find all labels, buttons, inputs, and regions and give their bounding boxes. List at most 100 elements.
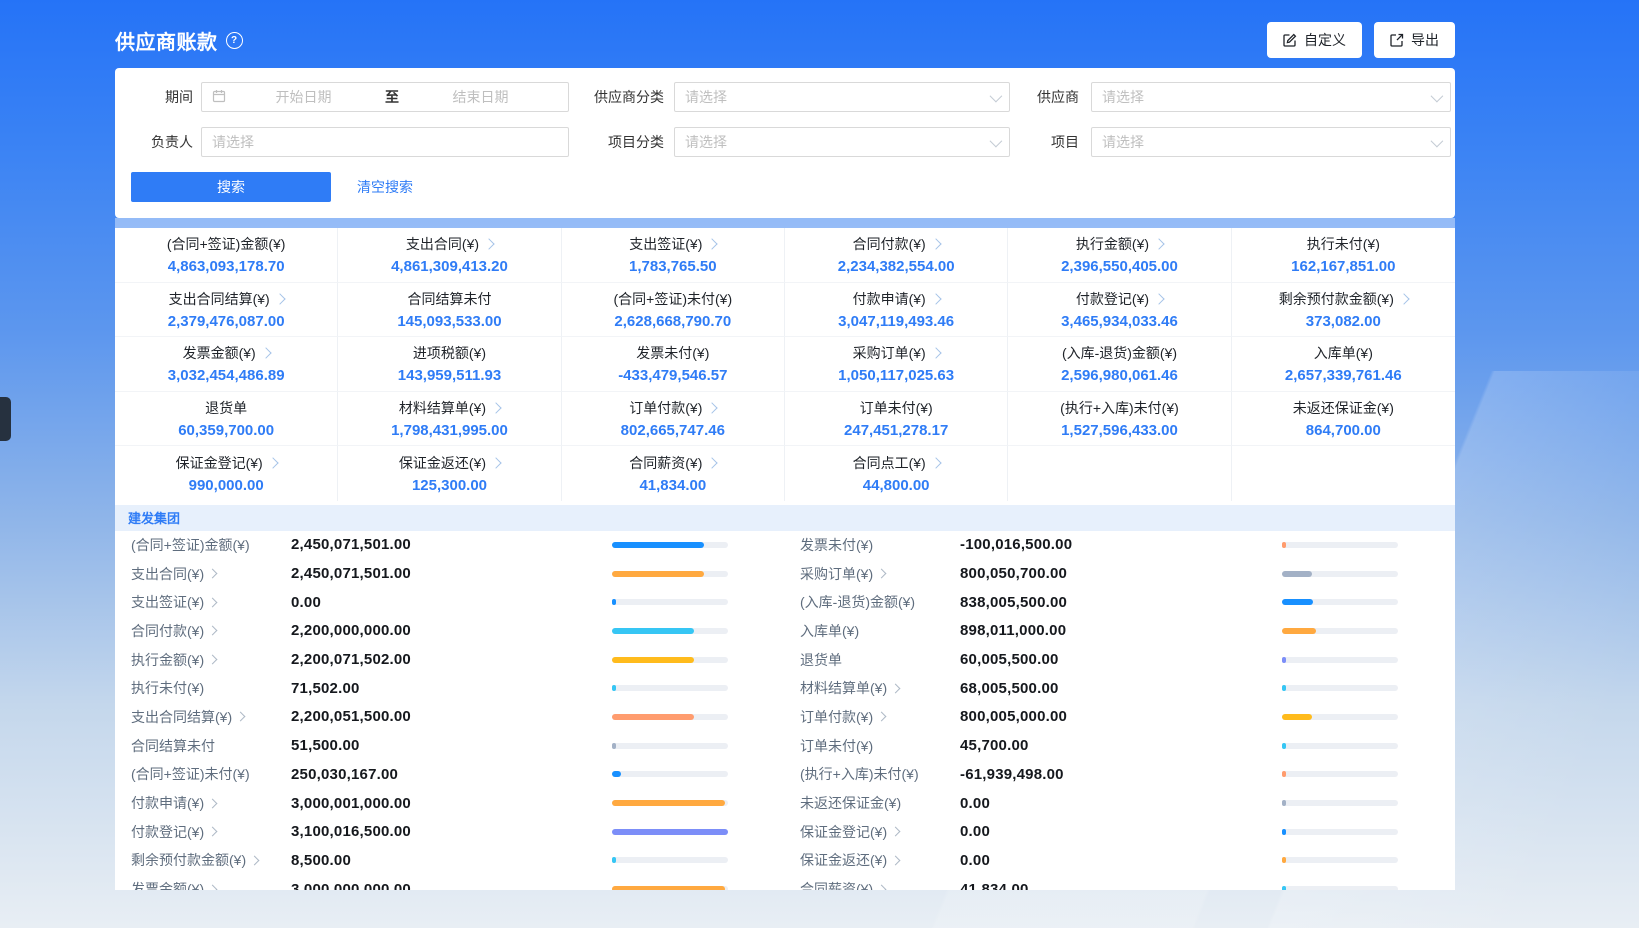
summary-metric-cell[interactable]: 入库单(¥) 2,657,339,761.46: [1232, 337, 1455, 392]
metric-label-wrap: 合同薪资(¥): [800, 879, 960, 889]
select-placeholder: 请选择: [685, 87, 727, 107]
metric-label: 合同付款(¥): [853, 234, 926, 254]
metric-value: 0.00: [960, 795, 990, 812]
project-select[interactable]: 请选择: [1091, 127, 1451, 157]
company-metric-row[interactable]: 材料结算单(¥) 68,005,500.00: [785, 674, 1455, 703]
metric-value: 8,500.00: [291, 852, 351, 869]
company-metric-row: 未返还保证金(¥) 0.00: [785, 789, 1455, 818]
metric-label: 未返还保证金(¥): [800, 793, 901, 813]
summary-metric-cell[interactable]: 支出合同结算(¥) 2,379,476,087.00: [115, 283, 338, 338]
progress-bar-fill: [612, 829, 728, 835]
summary-metric-cell[interactable]: 保证金登记(¥) 990,000.00: [115, 446, 338, 501]
filter-actions: 搜索 清空搜索: [131, 172, 1455, 202]
summary-metric-cell[interactable]: 订单未付(¥) 247,451,278.17: [785, 392, 1008, 447]
company-metric-row[interactable]: 执行金额(¥) 2,200,071,502.00: [115, 645, 785, 674]
metric-value: 4,861,309,413.20: [391, 258, 508, 275]
summary-metric-cell[interactable]: 支出签证(¥) 1,783,765.50: [562, 228, 785, 283]
summary-metric-cell[interactable]: 退货单 60,359,700.00: [115, 392, 338, 447]
metric-label: 材料结算单(¥): [399, 398, 486, 418]
summary-metric-cell[interactable]: 保证金返还(¥) 125,300.00: [338, 446, 561, 501]
select-placeholder: 请选择: [685, 132, 727, 152]
metric-value: 2,628,668,790.70: [614, 313, 731, 330]
summary-metric-cell[interactable]: 采购订单(¥) 1,050,117,025.63: [785, 337, 1008, 392]
end-date-placeholder[interactable]: 结束日期: [403, 87, 558, 107]
summary-metric-cell[interactable]: 付款申请(¥) 3,047,119,493.46: [785, 283, 1008, 338]
help-icon[interactable]: ?: [226, 32, 243, 49]
progress-bar-track: [612, 685, 728, 691]
company-name-link[interactable]: 建发集团: [128, 508, 180, 527]
company-metric-row[interactable]: 支出签证(¥) 0.00: [115, 588, 785, 617]
filter-row-2: 负责人 请选择 项目分类 请选择 项目 请选择: [131, 127, 1455, 157]
page-title: 供应商账款: [115, 26, 218, 55]
side-drawer-handle[interactable]: [0, 397, 11, 441]
company-metric-row[interactable]: 合同薪资(¥) 41,834.00: [785, 875, 1455, 890]
summary-metric-cell[interactable]: 订单付款(¥) 802,665,747.46: [562, 392, 785, 447]
summary-metric-cell[interactable]: 未返还保证金(¥) 864,700.00: [1232, 392, 1455, 447]
summary-metric-cell[interactable]: (执行+入库)未付(¥) 1,527,596,433.00: [1008, 392, 1231, 447]
filter-panel: 期间 开始日期 至 结束日期 供应商分类 请选择 供应商 请选择 负责人 请选择: [115, 68, 1455, 218]
progress-bar-track: [612, 628, 728, 634]
customize-button[interactable]: 自定义: [1267, 22, 1362, 58]
summary-metric-cell[interactable]: 付款登记(¥) 3,465,934,033.46: [1008, 283, 1231, 338]
company-metric-row[interactable]: 支出合同(¥) 2,450,071,501.00: [115, 559, 785, 588]
supplier-select[interactable]: 请选择: [1091, 82, 1451, 112]
detail-column-left: (合同+签证)金额(¥) 2,450,071,501.00 支出合同(¥) 2,…: [115, 531, 785, 890]
start-date-placeholder[interactable]: 开始日期: [226, 87, 381, 107]
chevron-right-icon: [208, 798, 218, 808]
company-metric-row[interactable]: 保证金登记(¥) 0.00: [785, 817, 1455, 846]
progress-bar-fill: [1282, 542, 1286, 548]
metric-value: 3,047,119,493.46: [838, 313, 954, 330]
company-metric-row[interactable]: 保证金返还(¥) 0.00: [785, 846, 1455, 875]
company-metric-row[interactable]: 合同付款(¥) 2,200,000,000.00: [115, 617, 785, 646]
summary-metric-cell[interactable]: 剩余预付款金额(¥) 373,082.00: [1232, 283, 1455, 338]
summary-metric-cell[interactable]: 进项税额(¥) 143,959,511.93: [338, 337, 561, 392]
export-button[interactable]: 导出: [1374, 22, 1455, 58]
summary-metric-cell[interactable]: (合同+签证)未付(¥) 2,628,668,790.70: [562, 283, 785, 338]
company-metric-row[interactable]: 订单付款(¥) 800,005,000.00: [785, 703, 1455, 732]
progress-bar-fill: [1282, 800, 1286, 806]
owner-select[interactable]: 请选择: [201, 127, 569, 157]
summary-metric-cell[interactable]: 合同点工(¥) 44,800.00: [785, 446, 1008, 501]
summary-metric-cell[interactable]: 支出合同(¥) 4,861,309,413.20: [338, 228, 561, 283]
summary-metric-cell[interactable]: 执行未付(¥) 162,167,851.00: [1232, 228, 1455, 283]
metric-value: 45,700.00: [960, 737, 1029, 754]
summary-metric-cell[interactable]: 合同结算未付 145,093,533.00: [338, 283, 561, 338]
metric-label: 合同薪资(¥): [629, 453, 702, 473]
summary-metric-cell[interactable]: 材料结算单(¥) 1,798,431,995.00: [338, 392, 561, 447]
clear-search-link[interactable]: 清空搜索: [357, 177, 413, 197]
company-metric-row[interactable]: 剩余预付款金额(¥) 8,500.00: [115, 846, 785, 875]
company-metric-row[interactable]: 采购订单(¥) 800,050,700.00: [785, 559, 1455, 588]
summary-metric-cell[interactable]: 发票金额(¥) 3,032,454,486.89: [115, 337, 338, 392]
date-range-input[interactable]: 开始日期 至 结束日期: [201, 82, 569, 112]
summary-metric-cell[interactable]: (合同+签证)金额(¥) 4,863,093,178.70: [115, 228, 338, 283]
summary-metric-cell[interactable]: 执行金额(¥) 2,396,550,405.00: [1008, 228, 1231, 283]
company-metric-row: 入库单(¥) 898,011,000.00: [785, 617, 1455, 646]
summary-metric-cell[interactable]: (入库-退货)金额(¥) 2,596,980,061.46: [1008, 337, 1231, 392]
metric-label: 合同付款(¥): [131, 621, 204, 641]
metric-label-wrap: 支出合同(¥): [131, 564, 291, 584]
metric-label: 支出合同结算(¥): [169, 289, 270, 309]
chevron-down-icon: [990, 89, 1003, 102]
metric-label-wrap: 采购订单(¥): [800, 564, 960, 584]
metric-label-wrap: 剩余预付款金额(¥): [131, 850, 291, 870]
metric-label-row: 合同付款(¥): [853, 234, 940, 254]
company-metric-row[interactable]: 付款申请(¥) 3,000,001,000.00: [115, 789, 785, 818]
chevron-right-icon: [891, 683, 901, 693]
search-button[interactable]: 搜索: [131, 172, 331, 202]
chevron-right-icon: [208, 626, 218, 636]
summary-metric-cell[interactable]: 合同薪资(¥) 41,834.00: [562, 446, 785, 501]
progress-bar-fill: [612, 685, 616, 691]
progress-bar-track: [612, 743, 728, 749]
company-metric-row[interactable]: 发票金额(¥) 3,000,000,000.00: [115, 875, 785, 890]
metric-label-row: 采购订单(¥): [853, 343, 940, 363]
company-metric-row[interactable]: 付款登记(¥) 3,100,016,500.00: [115, 817, 785, 846]
summary-metric-cell[interactable]: 发票未付(¥) -433,479,546.57: [562, 337, 785, 392]
metric-label: 支出合同结算(¥): [131, 707, 232, 727]
chevron-right-icon: [707, 402, 718, 413]
summary-metric-cell[interactable]: 合同付款(¥) 2,234,382,554.00: [785, 228, 1008, 283]
metric-value: 1,527,596,433.00: [1061, 422, 1178, 439]
company-metric-row[interactable]: 支出合同结算(¥) 2,200,051,500.00: [115, 703, 785, 732]
supplier-category-select[interactable]: 请选择: [674, 82, 1010, 112]
metric-label-row: (合同+签证)未付(¥): [614, 289, 733, 309]
project-category-select[interactable]: 请选择: [674, 127, 1010, 157]
